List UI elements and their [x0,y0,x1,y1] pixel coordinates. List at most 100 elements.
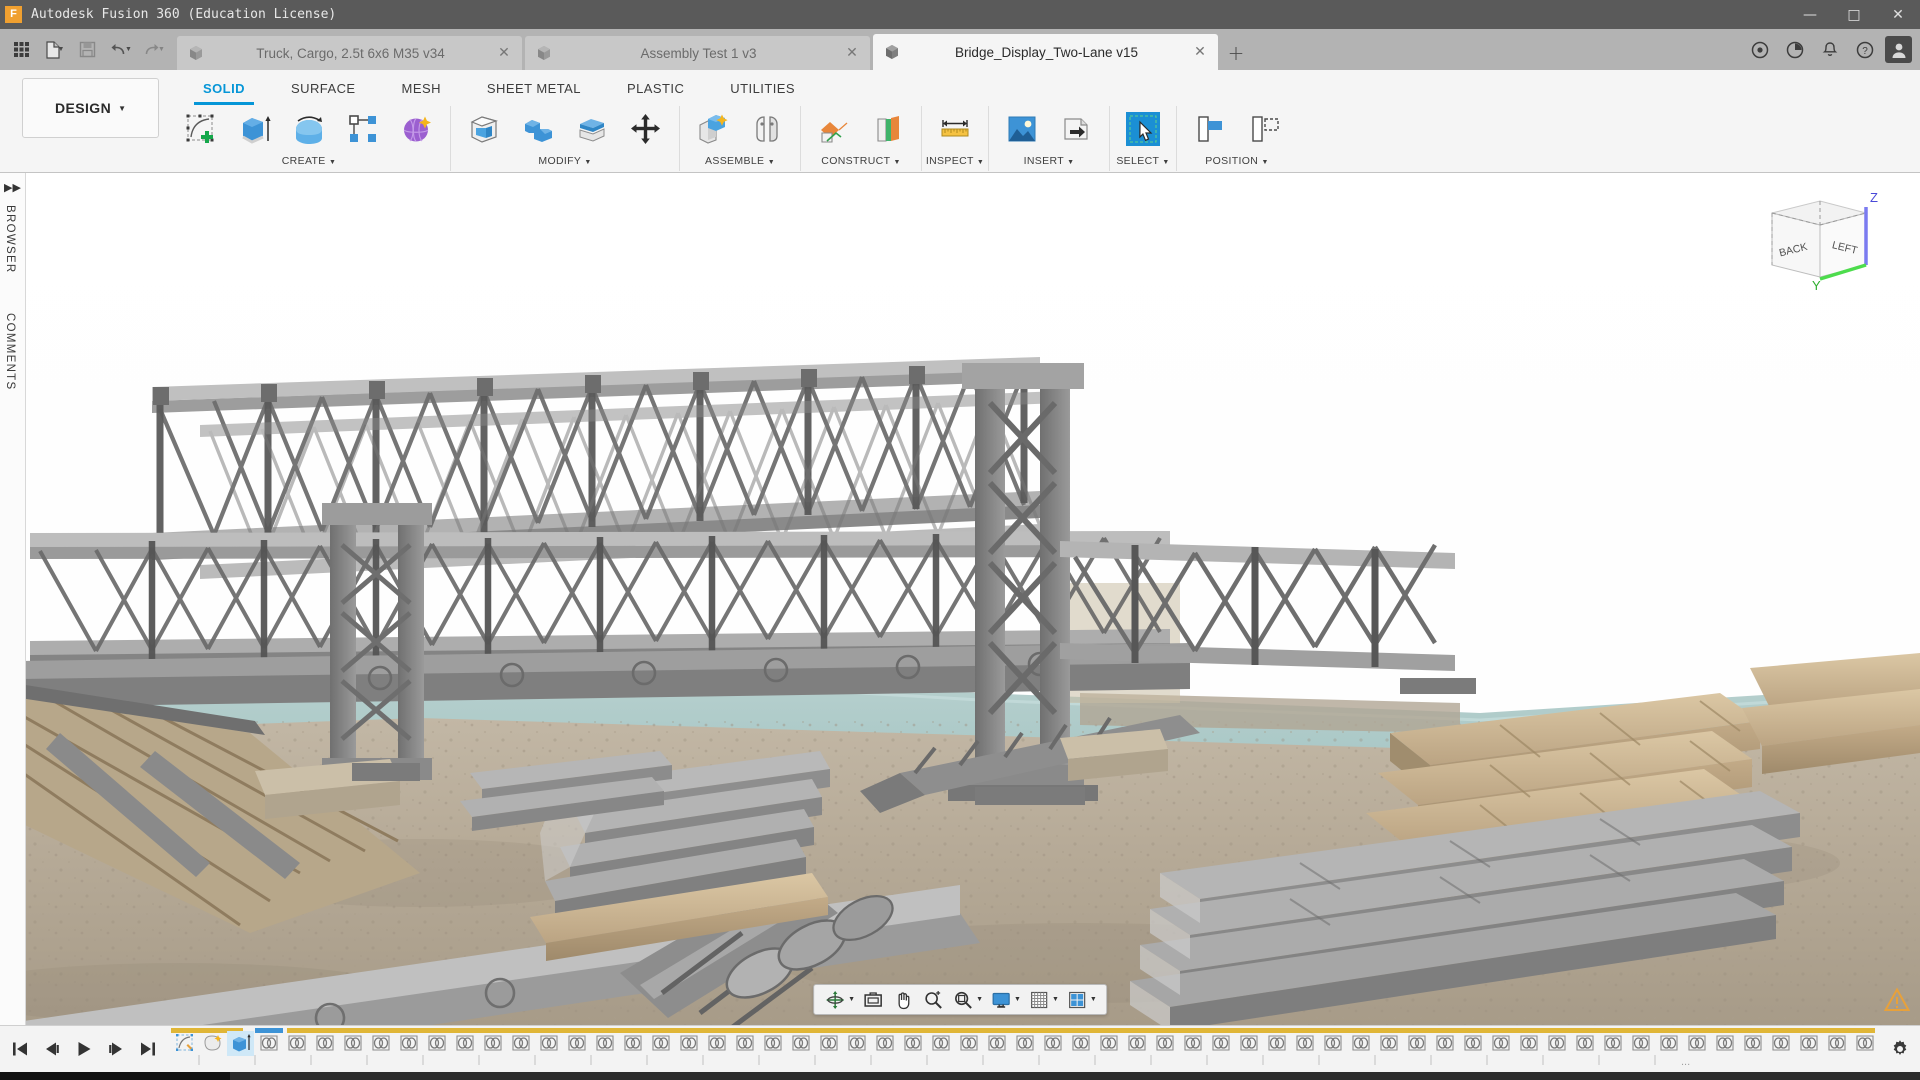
timeline-node[interactable] [1067,1031,1094,1056]
timeline-node[interactable] [507,1031,534,1056]
panel-caption[interactable]: POSITION ▼ [1177,154,1297,171]
timeline-node[interactable] [563,1031,590,1056]
step-back-button[interactable] [42,1038,61,1060]
step-forward-button[interactable] [106,1038,125,1060]
timeline-node[interactable] [1039,1031,1066,1056]
save-button[interactable] [72,35,103,65]
revolve-tool[interactable] [282,106,336,152]
timeline-node[interactable] [1207,1031,1234,1056]
press-pull-tool[interactable] [457,106,511,152]
tab-close-button[interactable]: ✕ [1192,44,1208,60]
chevron-down-icon[interactable]: ▼ [158,46,165,53]
panel-caption[interactable]: SELECT ▼ [1110,154,1176,171]
look-at-tool[interactable] [858,985,888,1014]
timeline-node[interactable] [1711,1031,1738,1056]
plane-through-tool[interactable] [861,106,915,152]
new-component-tool[interactable] [686,106,740,152]
document-tab-assembly[interactable]: Assembly Test 1 v3 ✕ [525,36,870,70]
timeline-node[interactable] [339,1031,366,1056]
timeline-node[interactable] [899,1031,926,1056]
document-tab-truck[interactable]: Truck, Cargo, 2.5t 6x6 M35 v34 ✕ [177,36,522,70]
timeline-node[interactable] [843,1031,870,1056]
timeline-node[interactable] [647,1031,674,1056]
help-icon[interactable]: ? [1850,35,1880,65]
horizontal-scrollbar-thumb[interactable] [0,1072,230,1080]
zoom-tool[interactable] [918,985,948,1014]
ribbon-tab-utilities[interactable]: UTILITIES [707,76,818,102]
timeline-node-active[interactable] [227,1031,254,1056]
create-sketch-tool[interactable] [174,106,228,152]
form-tool[interactable] [390,106,444,152]
timeline-track[interactable]: ... [171,1026,1880,1073]
timeline-node[interactable] [171,1031,198,1056]
timeline-node[interactable] [983,1031,1010,1056]
view-cube[interactable]: BACK LEFT Z Y [1762,185,1882,300]
browser-panel-tab[interactable]: BROWSER [4,205,16,274]
chevron-down-icon[interactable]: ▼ [58,46,65,53]
job-status-icon[interactable] [1780,35,1810,65]
panel-caption[interactable]: ASSEMBLE ▼ [680,154,800,171]
panel-caption[interactable]: MODIFY ▼ [451,154,679,171]
viewports-tool[interactable]: ▼ [1062,985,1100,1014]
timeline-node[interactable] [675,1031,702,1056]
timeline-node[interactable] [1543,1031,1570,1056]
ribbon-tab-plastic[interactable]: PLASTIC [604,76,707,102]
timeline-node[interactable] [423,1031,450,1056]
maximize-button[interactable]: □ [1832,0,1876,29]
new-document-tab-button[interactable]: + [1221,36,1251,70]
panel-caption[interactable]: INSERT ▼ [989,154,1109,171]
timeline-node[interactable] [1627,1031,1654,1056]
timeline-node[interactable] [395,1031,422,1056]
shell-tool[interactable] [565,106,619,152]
display-settings-tool[interactable]: ▼ [986,985,1024,1014]
move-copy-tool[interactable] [619,106,673,152]
timeline-node[interactable] [759,1031,786,1056]
tab-close-button[interactable]: ✕ [496,45,512,61]
timeline-node[interactable] [815,1031,842,1056]
timeline-node[interactable] [1599,1031,1626,1056]
fit-tool[interactable]: ▼ [948,985,986,1014]
timeline-node[interactable] [1571,1031,1598,1056]
position-offset-tool[interactable] [1237,106,1291,152]
timeline-node[interactable] [255,1031,282,1056]
app-grid-button[interactable] [6,35,37,65]
timeline-node[interactable] [1291,1031,1318,1056]
timeline-node[interactable] [311,1031,338,1056]
timeline-node[interactable] [1403,1031,1430,1056]
undo-button[interactable]: ▼ [105,35,136,65]
extrude-tool[interactable] [228,106,282,152]
measure-tool[interactable] [928,106,982,152]
timeline-node[interactable] [1319,1031,1346,1056]
offset-plane-tool[interactable] [807,106,861,152]
timeline-node[interactable] [1375,1031,1402,1056]
timeline-node[interactable] [1123,1031,1150,1056]
timeline-node[interactable] [535,1031,562,1056]
timeline-node[interactable] [479,1031,506,1056]
timeline-node[interactable] [1179,1031,1206,1056]
insert-derive-tool[interactable] [1049,106,1103,152]
panel-caption[interactable]: CREATE ▼ [168,154,450,171]
joint-tool[interactable] [740,106,794,152]
timeline-node[interactable] [1851,1031,1878,1056]
timeline-node[interactable] [1487,1031,1514,1056]
close-button[interactable]: ✕ [1876,0,1920,29]
chevron-down-icon[interactable]: ▼ [125,46,132,53]
timeline-node[interactable] [871,1031,898,1056]
play-button[interactable] [74,1038,93,1060]
align-tool[interactable] [1183,106,1237,152]
timeline-node[interactable] [1515,1031,1542,1056]
timeline-node[interactable] [1095,1031,1122,1056]
pan-tool[interactable] [888,985,918,1014]
timeline-node[interactable] [619,1031,646,1056]
timeline-node[interactable] [1263,1031,1290,1056]
redo-button[interactable]: ▼ [138,35,169,65]
tab-close-button[interactable]: ✕ [844,45,860,61]
timeline-node[interactable] [1795,1031,1822,1056]
ribbon-tab-sheet-metal[interactable]: SHEET METAL [464,76,604,102]
ribbon-tab-mesh[interactable]: MESH [379,76,464,102]
timeline-node[interactable] [1655,1031,1682,1056]
ribbon-tab-solid[interactable]: SOLID [180,76,268,102]
select-tool[interactable] [1116,106,1170,152]
timeline-node[interactable] [955,1031,982,1056]
timeline-node[interactable] [1431,1031,1458,1056]
